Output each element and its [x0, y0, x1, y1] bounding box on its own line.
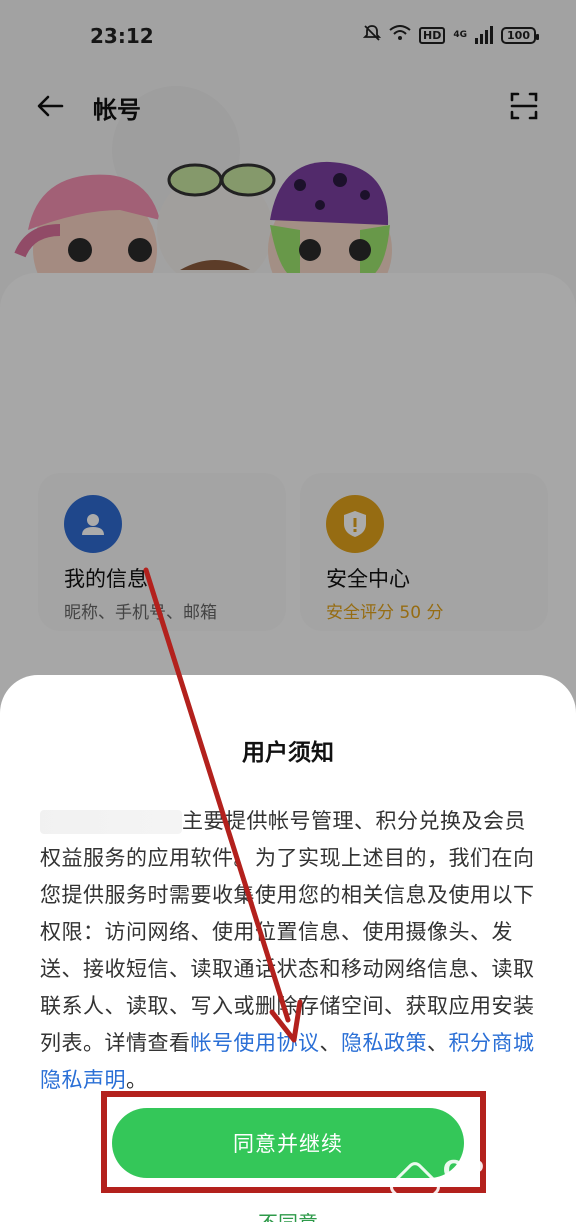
separator: 、 [319, 1031, 341, 1055]
body-end: 。 [126, 1068, 148, 1092]
dialog-title: 用户须知 [242, 740, 334, 766]
screen: 23:12 HD 4G 100 帐号 我的信息 昵称、手机号、邮箱 安全中心 安… [0, 0, 576, 1222]
watermark: OPPO之家 [386, 1150, 576, 1222]
privacy-policy-link[interactable]: 隐私政策 [341, 1031, 427, 1055]
blurred-app-name [40, 810, 182, 834]
dialog-body: 主要提供帐号管理、积分兑换及会员权益服务的应用软件。为了实现上述目的，我们在向您… [40, 803, 540, 1099]
account-agreement-link[interactable]: 帐号使用协议 [191, 1031, 320, 1055]
separator: 、 [427, 1031, 449, 1055]
body-text: 主要提供帐号管理、积分兑换及会员权益服务的应用软件。为了实现上述目的，我们在向您… [40, 809, 535, 1055]
watermark-text: OPPO之家 [442, 1156, 552, 1222]
watermark-logo-icon [386, 1158, 444, 1216]
